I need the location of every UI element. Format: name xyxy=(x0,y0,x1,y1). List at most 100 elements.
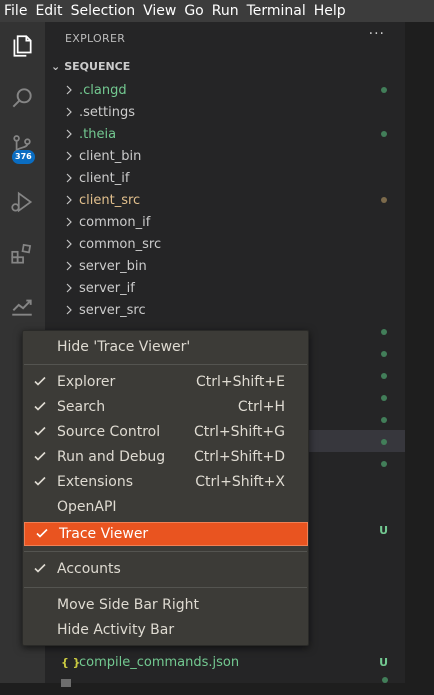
tree-folder-name: common_src xyxy=(79,236,162,252)
tree-folder[interactable]: server_src xyxy=(45,299,405,321)
menu-item-run-and-debug[interactable]: Run and Debug Ctrl+Shift+D xyxy=(23,446,308,470)
git-status-dot xyxy=(382,677,388,683)
run-debug-icon[interactable] xyxy=(6,186,38,218)
menu-item-label: Move Side Bar Right xyxy=(57,597,199,613)
git-status-dot xyxy=(381,439,387,445)
menu-item-extensions[interactable]: Extensions Ctrl+Shift+X xyxy=(23,471,308,495)
more-actions-icon[interactable]: ··· xyxy=(369,26,385,42)
menu-item-label: Trace Viewer xyxy=(59,526,149,542)
menu-item-label: Explorer xyxy=(57,374,116,390)
hide-trace-viewer-item[interactable]: Hide 'Trace Viewer' xyxy=(23,336,308,360)
search-icon[interactable] xyxy=(6,82,38,114)
git-status-dot xyxy=(381,395,387,401)
git-status-dot xyxy=(381,197,387,203)
menu-item-openapi[interactable]: OpenAPI xyxy=(23,496,308,520)
tree-folder[interactable]: .clangd xyxy=(45,79,405,101)
menu-item-label: Hide 'Trace Viewer' xyxy=(57,339,191,355)
editor-area xyxy=(405,22,434,683)
menu-item-shortcut: Ctrl+Shift+E xyxy=(195,374,285,390)
menu-view[interactable]: View xyxy=(139,0,180,22)
move-sidebar-right-item[interactable]: Move Side Bar Right xyxy=(23,594,308,618)
menu-item-source-control[interactable]: Source Control Ctrl+Shift+G xyxy=(23,421,308,445)
menu-bar: File Edit Selection View Go Run Terminal… xyxy=(0,0,434,22)
git-status-dot xyxy=(381,329,387,335)
json-file-icon: { } xyxy=(61,655,81,669)
check-icon xyxy=(33,474,47,488)
menu-item-label: Extensions xyxy=(57,474,134,490)
menu-item-shortcut: Ctrl+Shift+D xyxy=(194,449,285,465)
check-icon xyxy=(33,424,47,438)
activity-bar-context-menu: Hide 'Trace Viewer' Explorer Ctrl+Shift+E… xyxy=(22,330,309,646)
tree-folder-name: .settings xyxy=(79,104,135,120)
tree-folder[interactable]: .theia xyxy=(45,123,405,145)
extensions-icon[interactable] xyxy=(6,238,38,270)
tree-file[interactable]: { } compile_commands.json U xyxy=(45,651,405,673)
chevron-right-icon xyxy=(66,261,72,271)
file-icon xyxy=(61,679,71,687)
menu-item-label: Source Control xyxy=(57,424,161,440)
chevron-down-icon: ⌄ xyxy=(51,60,61,73)
chevron-right-icon xyxy=(66,129,72,139)
tree-folder[interactable]: client_if xyxy=(45,167,405,189)
chevron-right-icon xyxy=(66,107,72,117)
tree-folder-name: server_bin xyxy=(79,258,147,274)
tree-file-name: compile_commands.json xyxy=(79,654,240,670)
tree-folder[interactable]: common_src xyxy=(45,233,405,255)
check-icon xyxy=(33,449,47,463)
check-icon xyxy=(33,399,47,413)
chevron-right-icon xyxy=(66,283,72,293)
chevron-right-icon xyxy=(66,85,72,95)
chevron-right-icon xyxy=(66,195,72,205)
source-control-badge: 376 xyxy=(12,150,35,164)
menu-item-trace-viewer[interactable]: Trace Viewer xyxy=(24,522,308,546)
menu-item-label: Hide Activity Bar xyxy=(57,622,175,638)
tree-folder[interactable]: server_if xyxy=(45,277,405,299)
menu-item-search[interactable]: Search Ctrl+H xyxy=(23,396,308,420)
menu-go[interactable]: Go xyxy=(180,0,207,22)
menu-item-shortcut: Ctrl+Shift+G xyxy=(193,424,285,440)
menu-item-label: Run and Debug xyxy=(57,449,166,465)
menu-item-label: Accounts xyxy=(57,561,121,577)
trace-viewer-icon[interactable] xyxy=(6,290,38,322)
check-icon xyxy=(33,561,47,575)
tree-folder[interactable]: client_src xyxy=(45,189,405,211)
explorer-title: EXPLORER xyxy=(65,32,126,45)
tree-file-partial[interactable] xyxy=(45,673,405,695)
menu-selection[interactable]: Selection xyxy=(67,0,140,22)
git-status-untracked: U xyxy=(379,655,388,669)
tree-folder[interactable]: server_bin xyxy=(45,255,405,277)
tree-folder[interactable]: .settings xyxy=(45,101,405,123)
tree-folder[interactable]: common_if xyxy=(45,211,405,233)
menu-terminal[interactable]: Terminal xyxy=(243,0,310,22)
chevron-right-icon xyxy=(66,151,72,161)
menu-item-label: Search xyxy=(57,399,106,415)
tree-folder-name: .clangd xyxy=(79,82,127,98)
check-icon xyxy=(33,374,47,388)
git-status-dot xyxy=(381,131,387,137)
tree-folder-name: client_bin xyxy=(79,148,142,164)
tree-folder-name: common_if xyxy=(79,214,151,230)
menu-item-explorer[interactable]: Explorer Ctrl+Shift+E xyxy=(23,371,308,395)
menu-run[interactable]: Run xyxy=(208,0,243,22)
menu-edit[interactable]: Edit xyxy=(31,0,66,22)
menu-separator xyxy=(24,364,307,365)
workspace-name: SEQUENCE xyxy=(64,60,131,73)
check-icon xyxy=(35,526,49,540)
git-status-untracked: U xyxy=(379,523,388,537)
tree-folder-name: .theia xyxy=(79,126,117,142)
tree-folder-name: client_src xyxy=(79,192,141,208)
workspace-section[interactable]: ⌄ SEQUENCE xyxy=(51,60,130,73)
accounts-item[interactable]: Accounts xyxy=(23,558,308,582)
hide-activity-bar-item[interactable]: Hide Activity Bar xyxy=(23,619,308,643)
tree-folder[interactable]: client_bin xyxy=(45,145,405,167)
chevron-right-icon xyxy=(66,217,72,227)
menu-item-label: OpenAPI xyxy=(57,499,117,515)
explorer-icon[interactable] xyxy=(6,30,38,62)
menu-separator xyxy=(24,587,307,588)
menu-help[interactable]: Help xyxy=(310,0,350,22)
menu-file[interactable]: File xyxy=(0,0,31,22)
tree-folder-name: server_if xyxy=(79,280,135,296)
menu-item-shortcut: Ctrl+H xyxy=(237,399,285,415)
git-status-dot xyxy=(381,461,387,467)
menu-item-shortcut: Ctrl+Shift+X xyxy=(195,474,285,490)
